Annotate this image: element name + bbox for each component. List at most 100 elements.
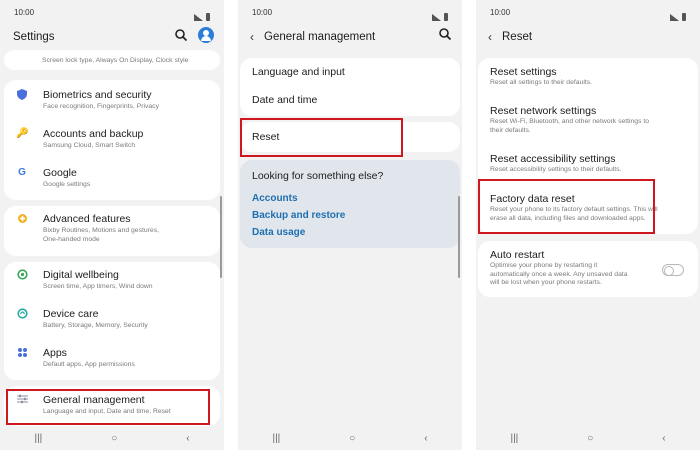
item-subtitle: Default apps, App permissions (43, 361, 135, 368)
back-button[interactable]: ‹ (186, 433, 189, 444)
settings-item-biometrics[interactable]: Biometrics and security Face recognition… (4, 89, 169, 111)
item-subtitle: Google settings (43, 181, 91, 188)
link-backup-restore[interactable]: Backup and restore (252, 207, 345, 224)
item-title: Date and time (252, 94, 318, 106)
item-title: Reset settings (490, 66, 557, 78)
menu-item-language[interactable]: Language and input (240, 66, 357, 79)
settings-header: Settings (0, 26, 224, 48)
status-bar: 10:00 (238, 0, 462, 26)
status-time: 10:00 (252, 8, 273, 17)
back-button[interactable]: ‹ (662, 433, 665, 444)
battery-icon (206, 13, 210, 21)
signal-icon (670, 13, 679, 21)
item-subtitle: Battery, Storage, Memory, Security (43, 322, 148, 329)
highlight-reset (240, 118, 403, 157)
signal-icon (432, 13, 441, 21)
home-button[interactable]: ○ (349, 433, 355, 444)
lock-screen-subtitle: Screen lock type, Always On Display, Clo… (42, 57, 189, 64)
nav-bar: ||| ○ ‹ (0, 426, 224, 450)
screen-header: ‹ Reset (476, 26, 700, 48)
apps-icon (16, 347, 28, 361)
auto-restart-toggle[interactable] (662, 264, 684, 276)
settings-item-accounts[interactable]: 🔑 Accounts and backup Samsung Cloud, Sma… (4, 128, 153, 150)
item-subtitle-2: automatically once a week. Any unsaved d… (490, 270, 628, 278)
header-actions (174, 27, 214, 43)
back-button[interactable]: ‹ (424, 433, 427, 444)
highlight-general-management (6, 389, 210, 425)
scrollbar[interactable] (220, 196, 222, 278)
suggestions-card: Looking for something else? Accounts Bac… (240, 160, 460, 248)
status-time: 10:00 (490, 8, 511, 17)
page-title: Reset (502, 31, 533, 43)
settings-item-advanced[interactable]: Advanced features Bixby Routines, Motion… (4, 213, 169, 244)
search-icon[interactable] (438, 27, 452, 41)
header-actions (438, 27, 452, 41)
wellbeing-icon (16, 269, 28, 283)
recents-button[interactable]: ||| (272, 433, 280, 444)
signal-icon (194, 13, 203, 21)
settings-item-device-care[interactable]: Device care Battery, Storage, Memory, Se… (4, 308, 158, 330)
status-icons (432, 8, 448, 26)
settings-item-google[interactable]: G Google Google settings (4, 167, 100, 189)
back-arrow-icon[interactable]: ‹ (250, 30, 254, 44)
settings-screen: 10:00 Settings Screen lock type, Always … (0, 0, 224, 450)
status-icons (194, 8, 210, 26)
item-title: Language and input (252, 66, 345, 78)
advanced-card: Advanced features Bixby Routines, Motion… (4, 206, 220, 256)
status-bar: 10:00 (0, 0, 224, 26)
general-management-screen: 10:00 ‹ General management Language and … (238, 0, 462, 450)
status-bar: 10:00 (476, 0, 700, 26)
settings-item-wellbeing[interactable]: Digital wellbeing Screen time, App timer… (4, 269, 163, 291)
item-title: Accounts and backup (43, 128, 144, 140)
item-title: Advanced features (43, 213, 131, 225)
security-accounts-card: Biometrics and security Face recognition… (4, 80, 220, 200)
item-title: Digital wellbeing (43, 269, 119, 281)
home-button[interactable]: ○ (111, 433, 117, 444)
item-subtitle: Reset all settings to their defaults. (490, 79, 593, 86)
item-subtitle: Bixby Routines, Motions and gestures, (43, 227, 159, 234)
item-title: Apps (43, 347, 67, 359)
recents-button[interactable]: ||| (510, 433, 518, 444)
item-title: Device care (43, 308, 99, 320)
google-icon: G (18, 167, 26, 178)
nav-bar: ||| ○ ‹ (238, 426, 462, 450)
auto-restart-item[interactable]: Auto restart Optimise your phone by rest… (478, 249, 640, 288)
back-arrow-icon[interactable]: ‹ (488, 30, 492, 44)
reset-settings-item[interactable]: Reset settings Reset all settings to the… (478, 66, 604, 88)
scrollbar[interactable] (458, 196, 460, 278)
item-subtitle: Optimise your phone by restarting it (490, 262, 598, 269)
reset-accessibility-item[interactable]: Reset accessibility settings Reset acces… (478, 153, 633, 175)
device-card: Digital wellbeing Screen time, App timer… (4, 262, 220, 380)
nav-bar: ||| ○ ‹ (476, 426, 700, 450)
item-title: Biometrics and security (43, 89, 152, 101)
account-avatar-icon[interactable] (198, 27, 214, 43)
reset-network-item[interactable]: Reset network settings Reset Wi-Fi, Blue… (478, 105, 661, 135)
screen-header: ‹ General management (238, 26, 462, 48)
home-button[interactable]: ○ (587, 433, 593, 444)
item-subtitle: Screen time, App timers, Wind down (43, 283, 153, 290)
reset-screen: 10:00 ‹ Reset Reset settings Reset all s… (476, 0, 700, 450)
lock-screen-card[interactable]: Screen lock type, Always On Display, Clo… (4, 50, 220, 70)
item-title: Reset network settings (490, 105, 597, 117)
recents-button[interactable]: ||| (34, 433, 42, 444)
item-title: Google (43, 167, 77, 179)
settings-item-apps[interactable]: Apps Default apps, App permissions (4, 347, 145, 369)
battery-icon (444, 13, 448, 21)
status-time: 10:00 (14, 8, 35, 17)
status-icons (670, 8, 686, 26)
device-care-icon (16, 308, 28, 322)
item-subtitle-2: their defaults. (490, 126, 531, 134)
item-title: Auto restart (490, 249, 545, 261)
shield-icon (16, 89, 28, 103)
general-menu-card: Language and input Date and time (240, 58, 460, 116)
menu-item-date-time[interactable]: Date and time (240, 94, 329, 107)
highlight-factory-data-reset (478, 179, 655, 234)
link-accounts[interactable]: Accounts (252, 190, 345, 207)
item-subtitle: Samsung Cloud, Smart Switch (43, 142, 136, 149)
search-icon[interactable] (174, 28, 188, 42)
item-title: Reset accessibility settings (490, 153, 616, 165)
item-subtitle: Face recognition, Fingerprints, Privacy (43, 103, 159, 110)
link-data-usage[interactable]: Data usage (252, 224, 345, 241)
key-icon: 🔑 (16, 128, 29, 139)
item-subtitle-2: One-handed mode (43, 236, 100, 243)
